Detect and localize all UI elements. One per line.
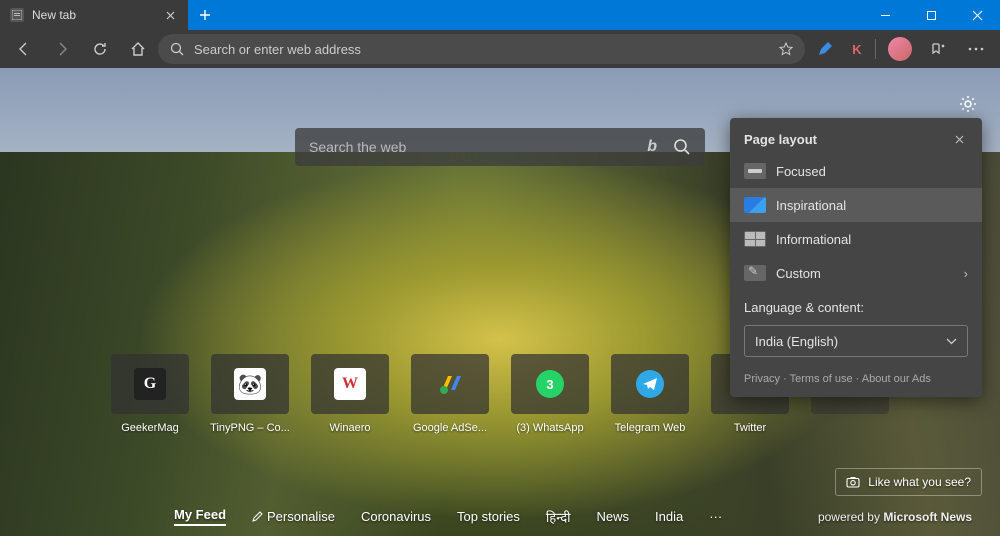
address-placeholder: Search or enter web address xyxy=(194,42,361,57)
language-select-value: India (English) xyxy=(755,334,838,349)
quick-link-tile[interactable]: Telegram Web xyxy=(611,354,689,434)
feed-tab-3[interactable]: Top stories xyxy=(457,509,520,524)
layout-option-label: Informational xyxy=(776,232,851,247)
feed-tab-5[interactable]: News xyxy=(596,509,629,524)
tile-label: Winaero xyxy=(309,422,391,434)
profile-letter[interactable]: K xyxy=(845,37,869,61)
tab-close-button[interactable] xyxy=(162,7,178,23)
feed-tab-6[interactable]: India xyxy=(655,509,683,524)
tile-icon-box: 3 xyxy=(511,354,589,414)
web-search-box[interactable]: b xyxy=(295,128,705,166)
tile-icon-box xyxy=(611,354,689,414)
browser-tab[interactable]: New tab xyxy=(0,0,188,30)
flyout-footer-links: Privacy · Terms of use · About our Ads xyxy=(730,367,982,387)
layout-option-inspirational[interactable]: Inspirational xyxy=(730,188,982,222)
pencil-icon xyxy=(252,511,263,522)
titlebar: New tab xyxy=(0,0,1000,30)
quick-link-tile[interactable]: Google AdSe... xyxy=(411,354,489,434)
feed-bar: My Feed Personalise Coronavirus Top storie… xyxy=(0,507,1000,526)
favorite-star-icon[interactable] xyxy=(779,42,793,56)
quick-link-tile[interactable]: W Winaero xyxy=(311,354,389,434)
quick-link-tile[interactable]: 🐼 TinyPNG – Co... xyxy=(211,354,289,434)
flyout-close-button[interactable] xyxy=(950,130,968,148)
window-controls xyxy=(862,0,1000,30)
tile-label: Telegram Web xyxy=(609,422,691,434)
like-what-you-see-button[interactable]: Like what you see? xyxy=(835,468,982,496)
privacy-link[interactable]: Privacy xyxy=(744,373,780,385)
camera-icon xyxy=(846,476,860,488)
more-menu-button[interactable] xyxy=(958,31,994,67)
chevron-right-icon: › xyxy=(964,266,968,281)
feed-tab-0[interactable]: My Feed xyxy=(174,507,226,526)
bing-icon: b xyxy=(647,138,657,156)
flyout-header: Page layout xyxy=(730,118,982,154)
feed-tab-2[interactable]: Coronavirus xyxy=(361,509,431,524)
feed-tab-1[interactable]: Personalise xyxy=(252,509,335,524)
language-section-label: Language & content: xyxy=(730,290,982,321)
tab-title: New tab xyxy=(32,8,154,22)
feed-tab-4[interactable]: हिन्दी xyxy=(546,508,571,526)
powered-by-label: powered by Microsoft News xyxy=(818,510,972,524)
layout-option-informational[interactable]: Informational xyxy=(730,222,982,256)
flyout-title: Page layout xyxy=(744,132,950,147)
tile-label: TinyPNG – Co... xyxy=(209,422,291,434)
search-icon[interactable] xyxy=(673,138,691,156)
titlebar-drag-area xyxy=(222,0,862,30)
layout-option-label: Custom xyxy=(776,266,821,281)
info-layout-icon xyxy=(744,231,766,247)
address-bar[interactable]: Search or enter web address xyxy=(158,34,805,64)
tile-label: GeekerMag xyxy=(109,422,191,434)
search-icon xyxy=(170,42,184,56)
tile-label: Twitter xyxy=(709,422,791,434)
like-label: Like what you see? xyxy=(868,475,971,489)
ads-link[interactable]: About our Ads xyxy=(862,373,931,385)
page-settings-gear-icon[interactable] xyxy=(954,90,982,118)
web-search-input[interactable] xyxy=(309,139,637,155)
tile-icon-box: 🐼 xyxy=(211,354,289,414)
toolbar-divider xyxy=(875,39,876,59)
terms-link[interactable]: Terms of use xyxy=(790,373,853,385)
edit-pen-icon[interactable] xyxy=(807,31,843,67)
quick-link-tile[interactable]: G GeekerMag xyxy=(111,354,189,434)
layout-option-focused[interactable]: Focused xyxy=(730,154,982,188)
profile-avatar-button[interactable] xyxy=(882,31,918,67)
collections-button[interactable] xyxy=(920,31,956,67)
tile-label: (3) WhatsApp xyxy=(509,422,591,434)
tab-favicon xyxy=(10,8,24,22)
new-tab-button[interactable] xyxy=(188,0,222,30)
maximize-button[interactable] xyxy=(908,0,954,30)
tile-icon-box: G xyxy=(111,354,189,414)
newtab-content: b G GeekerMag 🐼 TinyPNG – Co... W Winaero Goog… xyxy=(0,68,1000,536)
tile-icon-box: W xyxy=(311,354,389,414)
back-button[interactable] xyxy=(6,31,42,67)
layout-option-label: Focused xyxy=(776,164,826,179)
custom-layout-icon xyxy=(744,265,766,281)
tile-icon-box xyxy=(411,354,489,414)
page-layout-flyout: Page layout Focused Inspirational Informat… xyxy=(730,118,982,397)
layout-option-custom[interactable]: Custom › xyxy=(730,256,982,290)
tile-label: Google AdSe... xyxy=(409,422,491,434)
close-window-button[interactable] xyxy=(954,0,1000,30)
minimize-button[interactable] xyxy=(862,0,908,30)
focused-layout-icon xyxy=(744,163,766,179)
refresh-button[interactable] xyxy=(82,31,118,67)
feed-more-button[interactable]: ··· xyxy=(709,509,722,524)
forward-button[interactable] xyxy=(44,31,80,67)
language-select[interactable]: India (English) xyxy=(744,325,968,357)
toolbar: Search or enter web address K xyxy=(0,30,1000,68)
chevron-down-icon xyxy=(946,338,957,345)
quick-link-tile[interactable]: 3 (3) WhatsApp xyxy=(511,354,589,434)
home-button[interactable] xyxy=(120,31,156,67)
avatar-icon xyxy=(888,37,912,61)
layout-option-label: Inspirational xyxy=(776,198,846,213)
insp-layout-icon xyxy=(744,197,766,213)
